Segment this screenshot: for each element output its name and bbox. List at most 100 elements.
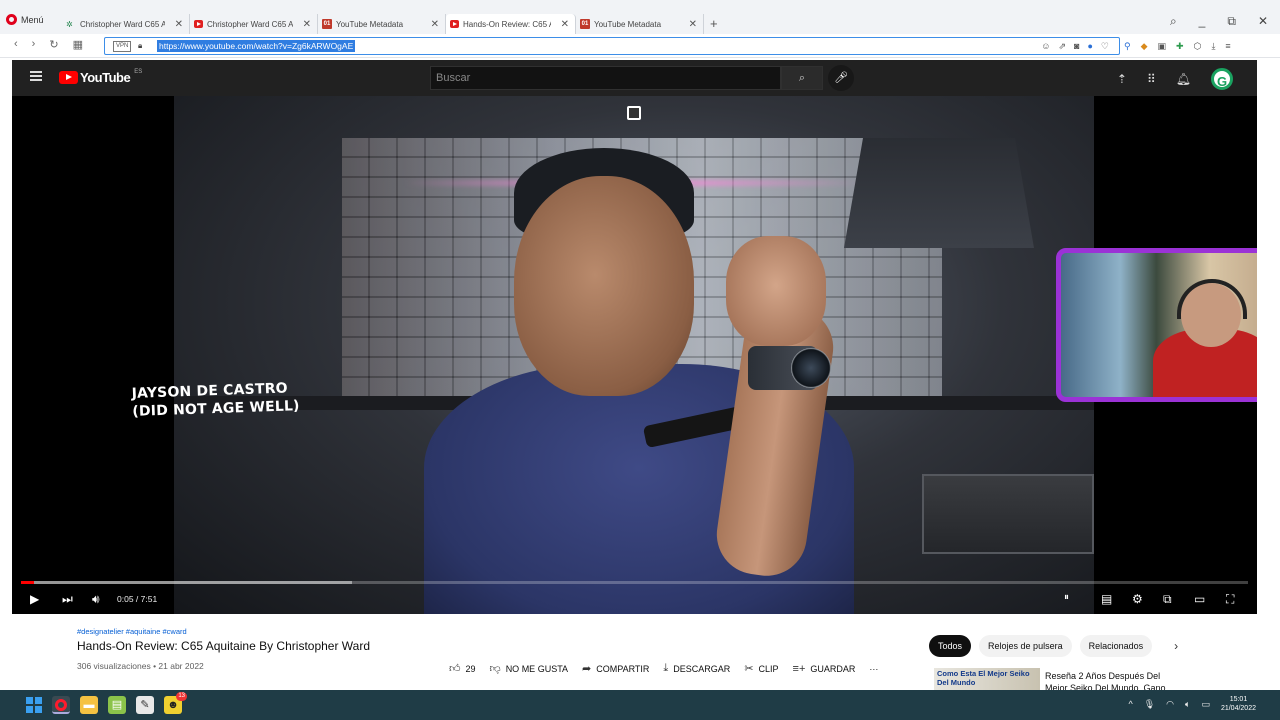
volume-icon[interactable]: 🔊︎	[92, 592, 100, 607]
taskbar-apps: ▬ ▤ ✎ ☻ 13	[26, 692, 187, 714]
progress-buffered	[21, 581, 353, 584]
heart-icon[interactable]: ♡	[1101, 41, 1109, 52]
close-icon[interactable]: ✕	[175, 19, 183, 30]
oven	[922, 474, 1094, 554]
speed-dial-icon[interactable]: ▦	[73, 38, 83, 51]
clip-button[interactable]: ✂ CLIP	[744, 662, 778, 675]
miniplayer-icon[interactable]	[627, 106, 641, 120]
vpn-badge[interactable]: VPN	[113, 41, 132, 52]
presenter-head	[514, 176, 694, 396]
more-actions-button[interactable]: ···	[869, 664, 878, 674]
tab-2[interactable]: 01 YouTube Metadata ✕	[318, 14, 446, 34]
avatar[interactable]: G	[1211, 68, 1233, 90]
download-label: DESCARGAR	[673, 663, 731, 674]
mic-tray-icon[interactable]: 🎙︎	[1144, 699, 1155, 710]
like-button[interactable]: 👍︎ 29	[449, 662, 476, 675]
extension-4-icon[interactable]: ✚	[1176, 41, 1184, 52]
save-button[interactable]: ≡+ GUARDAR	[793, 663, 856, 675]
video-stats: 306 visualizaciones • 21 abr 2022	[77, 661, 204, 671]
chip-all[interactable]: Todos	[929, 635, 972, 657]
fullscreen-icon[interactable]: ⛶	[1226, 592, 1234, 607]
close-icon[interactable]: ✕	[303, 19, 311, 30]
search-input[interactable]: Buscar	[430, 66, 781, 90]
search-tabs-icon[interactable]: ⌕	[1170, 14, 1177, 29]
chip-related[interactable]: Relacionados	[1079, 635, 1153, 657]
close-icon[interactable]: ✕	[561, 19, 569, 30]
tab-4[interactable]: 01 YouTube Metadata ✕	[576, 14, 704, 34]
address-bar-row: ‹ › ↻ ▦ VPN 🔒︎ https://www.youtube.com/w…	[0, 34, 1280, 58]
youtube-logo[interactable]: YouTube ES	[59, 69, 142, 85]
dislike-button[interactable]: 👎︎ NO ME GUSTA	[490, 662, 569, 675]
close-icon[interactable]: ✕	[689, 19, 697, 30]
browser-tab-bar: Menú ✲ Christopher Ward C65 Aqu ✕ Christ…	[0, 0, 1280, 34]
camera-icon[interactable]: ◙	[1074, 41, 1079, 52]
video-player[interactable]: JAYSON DE CASTRO (DID NOT AGE WELL) ▶ ⏭ …	[12, 96, 1257, 614]
tab-1[interactable]: Christopher Ward C65 Aqu ✕	[190, 14, 318, 34]
lock-icon[interactable]: 🔒︎	[138, 41, 142, 51]
download-icon[interactable]: ⤓	[1211, 41, 1215, 52]
youtube-icon	[194, 20, 203, 28]
easy-setup-icon[interactable]: ≡	[1225, 41, 1230, 52]
miniplayer-button-icon[interactable]: ⧉	[1163, 592, 1172, 607]
search-button[interactable]: ⌕	[781, 66, 823, 90]
next-icon[interactable]: ⏭	[62, 592, 73, 607]
upload-icon[interactable]: ⇡	[1117, 72, 1127, 86]
chevron-right-icon[interactable]: ›	[1174, 639, 1178, 653]
share-button[interactable]: ➦ COMPARTIR	[582, 662, 649, 675]
recommended-thumbnail[interactable]: Como Esta El Mejor Seiko Del Mundo	[934, 668, 1040, 690]
clock[interactable]: 15:01 21/04/2022	[1221, 695, 1256, 713]
extension-3-icon[interactable]: ▣	[1158, 41, 1167, 52]
share-label: COMPARTIR	[596, 663, 650, 674]
forward-icon[interactable]: ›	[32, 38, 36, 51]
close-window-icon[interactable]: ✕	[1258, 14, 1268, 29]
chip-wristwatches[interactable]: Relojes de pulsera	[979, 635, 1072, 657]
url-actions: ☺ ⇗ ◙ ● ♡	[1041, 41, 1109, 52]
download-button[interactable]: ⤓ DESCARGAR	[663, 662, 730, 675]
tab-3-active[interactable]: Hands-On Review: C65 Aqu ✕	[446, 14, 576, 34]
wifi-icon[interactable]: ◠	[1166, 699, 1174, 710]
hashtags[interactable]: #designatelier #aquitaine #cward	[77, 627, 187, 636]
more-icon: ···	[869, 663, 879, 674]
emoji-icon[interactable]: ☺	[1041, 41, 1050, 52]
autoplay-toggle[interactable]: ⏸︎	[1064, 592, 1069, 603]
file-explorer-icon[interactable]: ▬	[80, 696, 98, 714]
progress-bar[interactable]	[21, 581, 1248, 584]
extension-1-icon[interactable]: ⚲	[1124, 41, 1131, 52]
extension-2-icon[interactable]: ◆	[1141, 41, 1148, 52]
back-icon[interactable]: ‹	[14, 38, 18, 51]
play-icon[interactable]: ▶	[30, 592, 39, 606]
new-tab-button[interactable]: +	[710, 14, 718, 34]
cube-icon[interactable]: ⬡	[1194, 41, 1202, 52]
tab-title: YouTube Metadata	[594, 19, 662, 29]
settings-gear-icon[interactable]: ⚙	[1132, 592, 1143, 606]
menu-label: Menú	[21, 14, 44, 25]
close-icon[interactable]: ✕	[431, 19, 439, 30]
clock-time: 15:01	[1229, 696, 1248, 703]
shield-icon[interactable]: ●	[1087, 41, 1092, 52]
windows-start-icon[interactable]	[26, 697, 42, 713]
speaker-icon[interactable]: 🔈︎	[1185, 699, 1190, 710]
headset-icon	[1177, 279, 1247, 319]
apps-icon[interactable]: ⠿	[1147, 72, 1156, 86]
restore-icon[interactable]: ⧉	[1227, 14, 1236, 29]
url-field[interactable]: VPN 🔒︎ https://www.youtube.com/watch?v=Z…	[104, 37, 1120, 55]
reload-icon[interactable]: ↻	[49, 38, 58, 51]
battery-icon[interactable]: ▭	[1201, 699, 1210, 710]
range-hood	[844, 138, 1034, 248]
minimize-icon[interactable]: _	[1199, 14, 1206, 29]
voice-search-button[interactable]: 🎤︎	[828, 65, 854, 91]
document-app-icon[interactable]: ▤	[108, 696, 126, 714]
menu-icon[interactable]	[30, 71, 42, 81]
download-icon: ⤓	[663, 662, 669, 674]
notepad-icon[interactable]: ✎	[136, 696, 154, 714]
chevron-up-icon[interactable]: ^	[1129, 699, 1133, 709]
tab-0[interactable]: ✲ Christopher Ward C65 Aqu ✕	[62, 14, 190, 34]
subtitles-icon[interactable]: ▤	[1101, 592, 1112, 606]
opera-taskbar-icon[interactable]	[52, 696, 70, 714]
theater-mode-icon[interactable]: ▭	[1194, 592, 1205, 606]
opera-menu-button[interactable]: Menú	[6, 14, 44, 25]
notifications-bell-icon[interactable]: 🔔︎	[1176, 72, 1191, 86]
url-text[interactable]: https://www.youtube.com/watch?v=Zg6kARWO…	[157, 40, 356, 52]
share-icon[interactable]: ⇗	[1059, 41, 1067, 52]
game-app-icon[interactable]: ☻ 13	[164, 692, 187, 714]
